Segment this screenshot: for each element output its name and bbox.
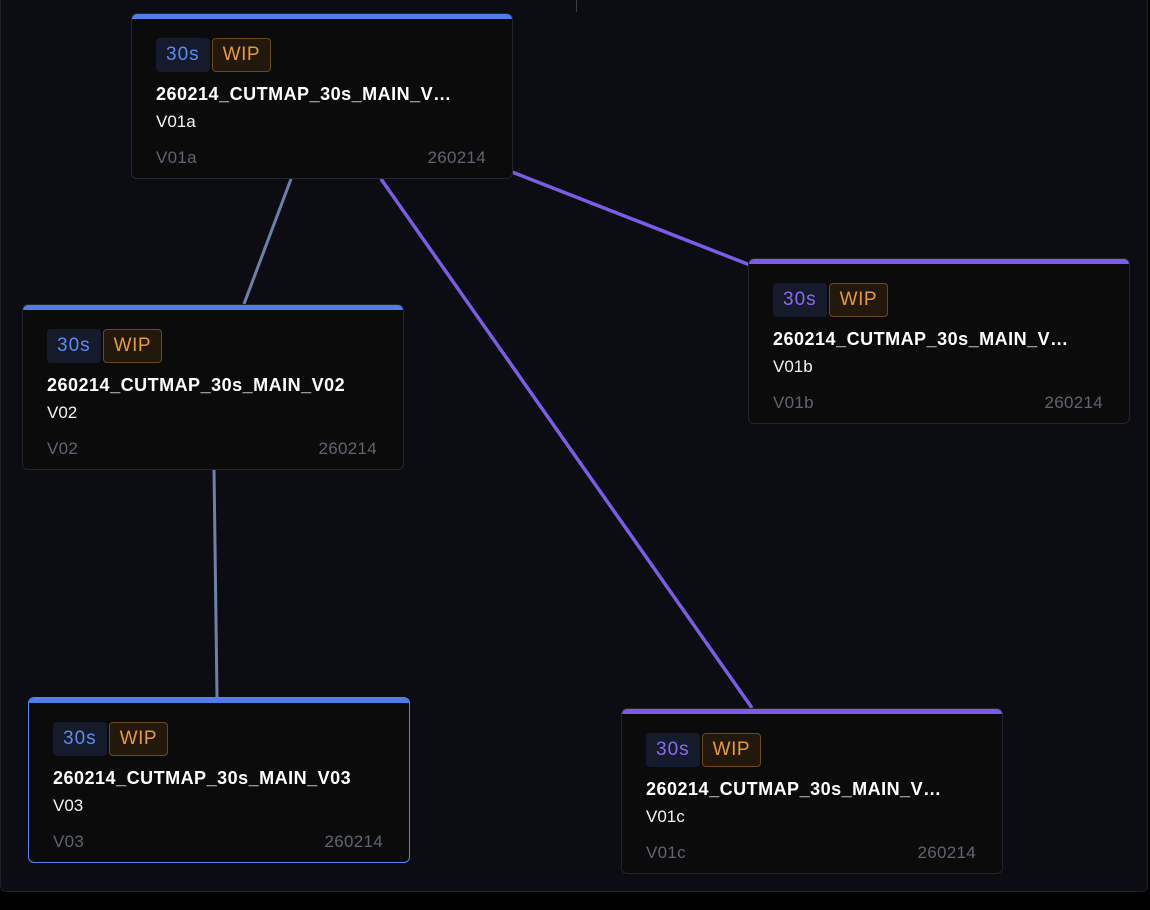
node-card-v03[interactable]: 30s WIP 260214_CUTMAP_30s_MAIN_V03 V03 V… (28, 697, 410, 863)
node-version: V01a (156, 148, 197, 167)
node-subtitle: V01a (156, 112, 196, 131)
status-badge: WIP (701, 733, 762, 767)
duration-badge: 30s (53, 722, 107, 756)
node-card-v02[interactable]: 30s WIP 260214_CUTMAP_30s_MAIN_V02 V02 V… (22, 304, 404, 470)
node-accent-bar (132, 14, 512, 19)
node-version: V03 (53, 832, 85, 851)
node-subtitle: V01c (646, 807, 685, 826)
node-badges: 30s WIP (773, 283, 889, 317)
node-date: 260214 (1044, 393, 1103, 412)
edge-v01a-v02 (242, 178, 293, 305)
node-date: 260214 (917, 843, 976, 862)
edge-v01a-v01c (379, 177, 754, 710)
node-badges: 30s WIP (156, 38, 272, 72)
node-accent-bar (749, 259, 1129, 264)
node-title: 260214_CUTMAP_30s_MAIN_V03 (53, 768, 352, 788)
node-version: V02 (47, 439, 79, 458)
node-subtitle: V01b (773, 357, 813, 376)
node-title: 260214_CUTMAP_30s_MAIN_V02 (47, 375, 346, 395)
status-badge: WIP (211, 38, 272, 72)
node-version: V01b (773, 393, 814, 412)
node-date: 260214 (318, 439, 377, 458)
node-accent-bar (622, 709, 1002, 714)
status-badge: WIP (108, 722, 169, 756)
node-title: 260214_CUTMAP_30s_MAIN_V… (773, 329, 1069, 349)
node-accent-bar (29, 698, 409, 703)
node-badges: 30s WIP (646, 733, 762, 767)
node-badges: 30s WIP (47, 329, 163, 363)
node-date: 260214 (324, 832, 383, 851)
node-card-v01c[interactable]: 30s WIP 260214_CUTMAP_30s_MAIN_V… V01c V… (621, 708, 1003, 874)
duration-badge: 30s (47, 329, 101, 363)
node-title: 260214_CUTMAP_30s_MAIN_V… (156, 84, 452, 104)
edge-v01a-v01b (511, 170, 751, 267)
node-badges: 30s WIP (53, 722, 169, 756)
status-badge: WIP (102, 329, 163, 363)
node-date: 260214 (427, 148, 486, 167)
node-card-v01b[interactable]: 30s WIP 260214_CUTMAP_30s_MAIN_V… V01b V… (748, 258, 1130, 424)
duration-badge: 30s (773, 283, 827, 317)
node-title: 260214_CUTMAP_30s_MAIN_V… (646, 779, 942, 799)
duration-badge: 30s (646, 733, 700, 767)
node-subtitle: V03 (53, 796, 84, 815)
node-version: V01c (646, 843, 686, 862)
node-card-v01a[interactable]: 30s WIP 260214_CUTMAP_30s_MAIN_V… V01a V… (131, 13, 513, 179)
duration-badge: 30s (156, 38, 210, 72)
status-badge: WIP (828, 283, 889, 317)
edge-v02-v03 (212, 468, 219, 698)
node-accent-bar (23, 305, 403, 310)
node-subtitle: V02 (47, 403, 78, 422)
